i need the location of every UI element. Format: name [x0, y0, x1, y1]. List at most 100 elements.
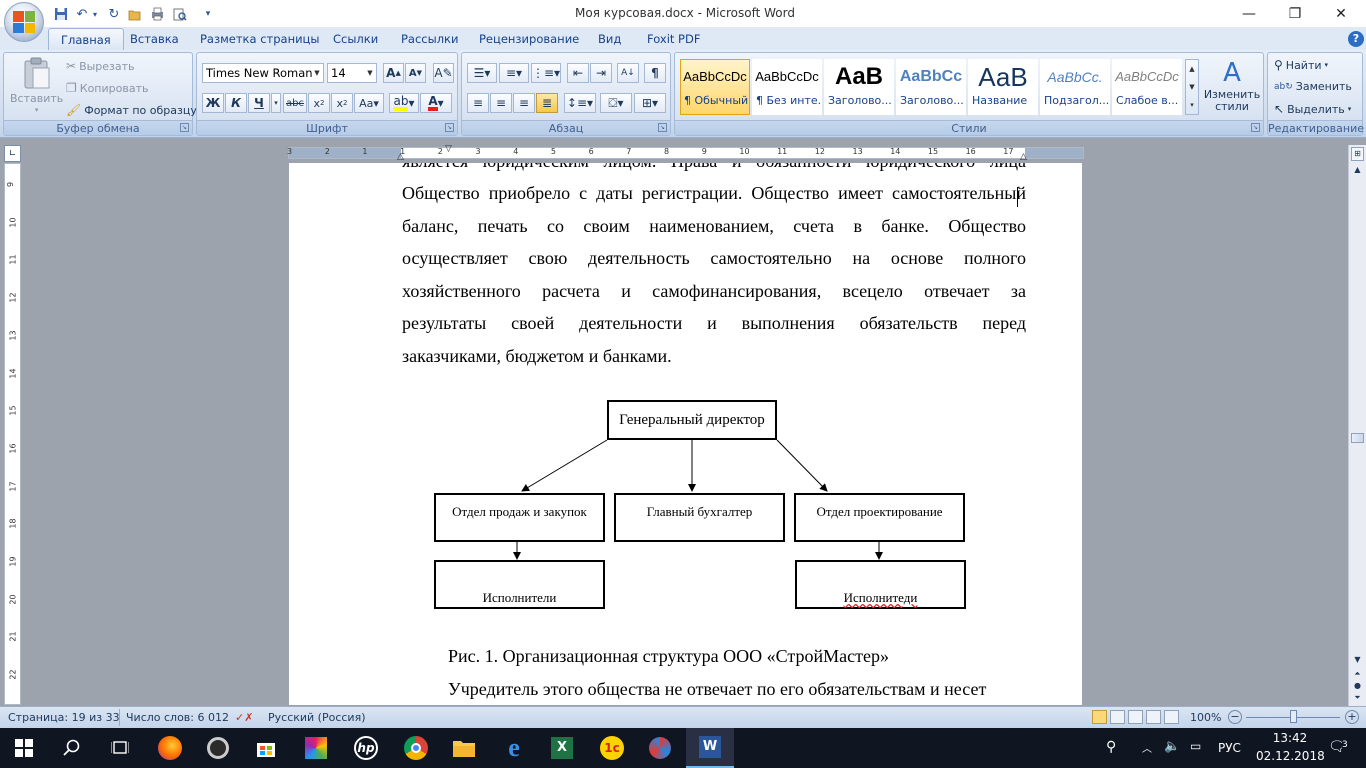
style-subtle-emphasis[interactable]: AaBbCcDc Слабое в...: [1112, 59, 1182, 115]
open-icon[interactable]: [126, 5, 144, 23]
format-painter-button[interactable]: 🖌 Формат по образцу: [66, 103, 197, 117]
align-left-button[interactable]: ≡: [467, 93, 489, 113]
start-button[interactable]: [0, 728, 48, 768]
task-view-button[interactable]: [96, 728, 144, 768]
tab-foxit-pdf[interactable]: Foxit PDF: [635, 28, 712, 50]
bullets-button[interactable]: ☰ ▾: [467, 63, 497, 83]
zoom-level[interactable]: 100%: [1190, 711, 1221, 724]
edge-taskbar-button[interactable]: e: [490, 728, 538, 768]
hp-taskbar-button[interactable]: hp: [342, 728, 390, 768]
tab-page-layout[interactable]: Разметка страницы: [188, 28, 331, 50]
page-count[interactable]: Страница: 19 из 33: [8, 711, 120, 724]
left-indent-icon[interactable]: △: [397, 152, 404, 162]
vertical-ruler[interactable]: 9 10 11 12 13 14 15 16 17 18 19 20 21 22: [4, 163, 21, 705]
horizontal-ruler[interactable]: 3 2 1 1 2 3 4 5 6 7 8 9 10 11 12 13 14 15 16 17 ▽ △ △: [287, 144, 1084, 162]
style-subtitle[interactable]: AaBbCc. Подзагол...: [1040, 59, 1110, 115]
print-preview-icon[interactable]: [148, 5, 166, 23]
font-size-dropdown-icon[interactable]: ▼: [364, 64, 376, 82]
select-button[interactable]: ↖ Выделить ▾: [1274, 102, 1351, 116]
tab-insert[interactable]: Вставка: [118, 28, 191, 50]
style-no-spacing[interactable]: AaBbCcDc ¶ Без инте...: [752, 59, 822, 115]
tab-review[interactable]: Рецензирование: [467, 28, 591, 50]
borders-button[interactable]: ⊞ ▾: [634, 93, 666, 113]
styles-launcher-icon[interactable]: ↘: [1251, 123, 1260, 132]
subscript-button[interactable]: x2: [308, 93, 330, 113]
cut-button[interactable]: ✂ Вырезать: [66, 59, 135, 73]
paint-taskbar-button[interactable]: [292, 728, 340, 768]
first-line-indent-icon[interactable]: ▽: [445, 144, 452, 154]
styles-scroll-buttons[interactable]: ▲ ▼ ▾: [1185, 59, 1199, 115]
save-icon[interactable]: [52, 5, 70, 23]
input-language[interactable]: РУС: [1218, 741, 1241, 755]
bold-button[interactable]: Ж: [202, 93, 224, 113]
align-right-button[interactable]: ≡: [513, 93, 535, 113]
copy-button[interactable]: ❐ Копировать: [66, 81, 148, 95]
document-page[interactable]: является юридическим лицом. Права и обяз…: [289, 163, 1082, 705]
scroll-down-icon[interactable]: ▼: [1351, 655, 1364, 667]
tab-selector[interactable]: ∟: [4, 145, 21, 162]
browse-object-icon[interactable]: ●: [1351, 681, 1364, 693]
style-normal[interactable]: AaBbCcDc ¶ Обычный: [680, 59, 750, 115]
increase-indent-button[interactable]: ⇥: [590, 63, 612, 83]
close-button[interactable]: ✕: [1318, 0, 1364, 28]
multilevel-list-button[interactable]: ⋮≡ ▾: [531, 63, 561, 83]
language-status[interactable]: Русский (Россия): [268, 711, 366, 724]
clock-date[interactable]: 02.12.2018: [1256, 749, 1325, 763]
network-icon[interactable]: ▭: [1190, 739, 1201, 753]
shrink-font-button[interactable]: A ▼: [405, 63, 426, 83]
style-title[interactable]: АаВ Название: [968, 59, 1038, 115]
redo-icon[interactable]: ↻: [105, 5, 123, 23]
excel-taskbar-button[interactable]: X: [538, 728, 586, 768]
full-screen-reading-icon[interactable]: [1110, 710, 1125, 724]
scroll-up-icon[interactable]: ▲: [1351, 163, 1364, 177]
vertical-scrollbar[interactable]: ⊞ ▲ ▼ ⏶ ● ⏷: [1348, 145, 1366, 706]
store-taskbar-button[interactable]: [242, 728, 290, 768]
highlight-button[interactable]: ab ▾: [389, 93, 419, 113]
search-button[interactable]: [48, 728, 96, 768]
align-center-button[interactable]: ≡: [490, 93, 512, 113]
font-size-combo[interactable]: 14 ▼: [327, 63, 377, 83]
firefox-taskbar-button[interactable]: [146, 728, 194, 768]
italic-button[interactable]: К: [225, 93, 247, 113]
underline-button[interactable]: Ч: [248, 93, 270, 113]
justify-button[interactable]: ≣: [536, 93, 558, 113]
font-launcher-icon[interactable]: ↘: [445, 123, 454, 132]
grow-font-button[interactable]: A ▲: [383, 63, 404, 83]
style-heading-1[interactable]: AaB Заголово...: [824, 59, 894, 115]
tab-view[interactable]: Вид: [586, 28, 633, 50]
previous-page-icon[interactable]: ⏶: [1351, 669, 1364, 681]
paste-button[interactable]: Вставить ▾: [10, 57, 63, 114]
media-taskbar-button[interactable]: [194, 728, 242, 768]
show-hidden-icons[interactable]: ︿: [1142, 740, 1152, 755]
right-indent-icon[interactable]: △: [1020, 152, 1027, 162]
office-button[interactable]: [4, 2, 44, 42]
word-taskbar-button[interactable]: W: [686, 728, 734, 768]
undo-icon[interactable]: ↶: [73, 5, 91, 23]
tab-mailings[interactable]: Рассылки: [389, 28, 470, 50]
app-taskbar-button[interactable]: [636, 728, 684, 768]
zoom-in-icon[interactable]: +: [1345, 710, 1359, 724]
font-family-combo[interactable]: Times New Roman ▼: [202, 63, 324, 83]
scroll-thumb[interactable]: [1351, 433, 1364, 443]
strikethrough-button[interactable]: abc: [283, 93, 307, 113]
decrease-indent-button[interactable]: ⇤: [567, 63, 589, 83]
web-layout-icon[interactable]: [1128, 710, 1143, 724]
ruler-toggle-icon[interactable]: ⊞: [1351, 147, 1364, 161]
print-layout-view-icon[interactable]: [1092, 710, 1107, 724]
show-marks-button[interactable]: ¶: [644, 63, 666, 83]
paragraph-launcher-icon[interactable]: ↘: [658, 123, 667, 132]
people-icon[interactable]: ⚲: [1106, 739, 1116, 755]
explorer-taskbar-button[interactable]: [440, 728, 488, 768]
underline-dropdown-icon[interactable]: ▾: [271, 93, 281, 113]
replace-button[interactable]: ab↻ Заменить: [1274, 80, 1352, 93]
tab-references[interactable]: Ссылки: [321, 28, 390, 50]
tab-home[interactable]: Главная: [48, 28, 124, 50]
customize-qat-icon[interactable]: ▾: [202, 5, 214, 23]
zoom-out-icon[interactable]: −: [1228, 710, 1242, 724]
line-spacing-button[interactable]: ↕≡ ▾: [564, 93, 596, 113]
outline-view-icon[interactable]: [1146, 710, 1161, 724]
help-icon[interactable]: ?: [1348, 31, 1364, 47]
font-family-dropdown-icon[interactable]: ▼: [311, 64, 323, 82]
clock-time[interactable]: 13:42: [1262, 731, 1318, 745]
chrome-taskbar-button[interactable]: [392, 728, 440, 768]
